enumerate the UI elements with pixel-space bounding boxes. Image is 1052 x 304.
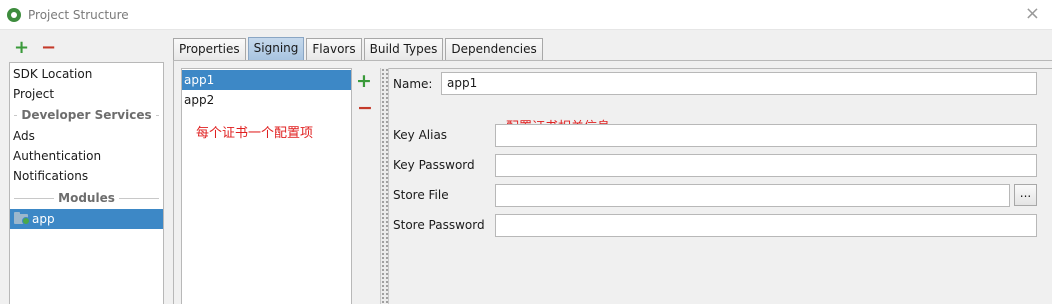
nav-item-app-module[interactable]: app — [10, 209, 163, 229]
tab-dependencies[interactable]: Dependencies — [445, 38, 543, 60]
remove-module-button[interactable]: − — [41, 38, 56, 58]
modules-label: Modules — [58, 191, 115, 205]
signing-config-list: app1 app2 每个证书一个配置项 — [181, 68, 352, 304]
name-label: Name: — [393, 77, 433, 91]
browse-store-file-button[interactable]: ... — [1014, 184, 1037, 206]
add-signing-config-button[interactable]: + — [356, 71, 372, 91]
window-title: Project Structure — [28, 8, 129, 22]
module-folder-icon — [14, 212, 30, 225]
store-password-label: Store Password — [393, 218, 485, 232]
nav-item-notifications[interactable]: Notifications — [12, 166, 88, 186]
module-tabs: Properties Signing Flavors Build Types D… — [173, 37, 545, 60]
nav-item-ads[interactable]: Ads — [12, 126, 35, 146]
store-file-label: Store File — [393, 188, 449, 202]
add-module-button[interactable]: + — [14, 38, 29, 58]
name-field[interactable]: app1 — [441, 72, 1037, 95]
store-file-field[interactable] — [495, 184, 1010, 207]
signing-config-item-app1[interactable]: app1 — [182, 70, 351, 90]
nav-item-authentication[interactable]: Authentication — [12, 146, 101, 166]
modules-header: Modules — [14, 189, 159, 207]
developer-services-header: Developer Services — [14, 106, 159, 124]
title-bar: Project Structure × — [0, 0, 1052, 30]
nav-item-app-label: app — [32, 212, 55, 226]
list-annotation: 每个证书一个配置项 — [196, 126, 314, 141]
key-password-label: Key Password — [393, 158, 475, 172]
tab-signing[interactable]: Signing — [247, 37, 305, 60]
remove-signing-config-button[interactable]: − — [357, 98, 373, 118]
close-window-icon[interactable]: × — [1025, 3, 1040, 25]
nav-item-project[interactable]: Project — [12, 84, 54, 104]
key-alias-field[interactable] — [495, 124, 1037, 147]
tab-flavors[interactable]: Flavors — [306, 38, 362, 60]
signing-config-item-app2[interactable]: app2 — [182, 90, 351, 110]
structure-nav-panel: SDK Location Project Developer Services … — [9, 62, 164, 304]
store-password-field[interactable] — [495, 214, 1037, 237]
tab-properties[interactable]: Properties — [173, 38, 246, 60]
tab-build-types[interactable]: Build Types — [363, 38, 444, 60]
panel-splitter[interactable] — [380, 68, 389, 304]
developer-services-label: Developer Services — [21, 108, 152, 122]
key-alias-label: Key Alias — [393, 128, 448, 142]
nav-item-sdk-location[interactable]: SDK Location — [12, 64, 92, 84]
key-password-field[interactable] — [495, 154, 1037, 177]
android-studio-icon — [7, 8, 21, 22]
